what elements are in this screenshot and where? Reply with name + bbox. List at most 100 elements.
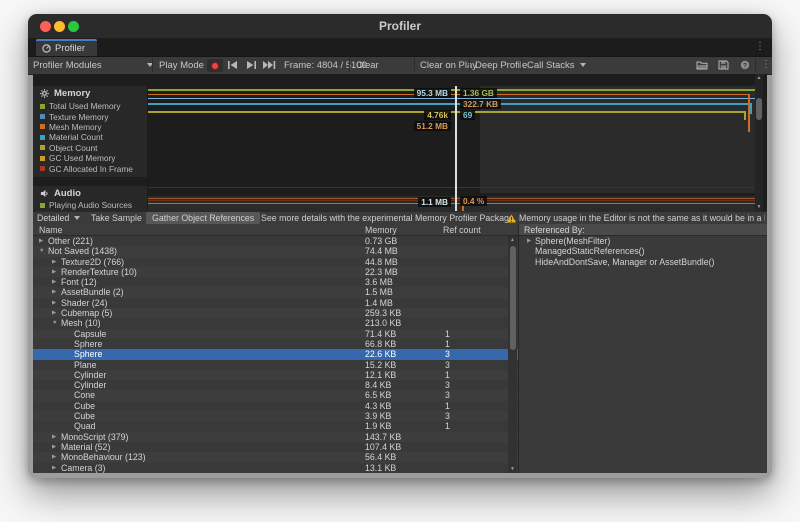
gather-object-references-toggle[interactable]: Gather Object References [146,212,260,224]
chevron-right-icon[interactable]: ▶ [52,463,56,473]
legend-item[interactable]: Object Count [40,143,133,153]
chevron-right-icon[interactable]: ▶ [52,442,56,452]
help-icon[interactable]: ? [740,60,750,73]
charts-region: 95.3 MB1.36 GB322.7 KB4.76k6951.2 MB1.1 … [33,74,767,211]
table-row[interactable]: ▶Camera (3)13.1 KB [33,463,518,473]
table-row[interactable]: ▶RenderTexture (10)22.3 MB [33,267,518,277]
referenced-by-item[interactable]: ▶Sphere(MeshFilter) [519,236,767,246]
audio-legend: Playing Audio Sources [40,200,132,210]
chevron-right-icon[interactable]: ▶ [52,432,56,442]
memory-chart[interactable]: 95.3 MB1.36 GB322.7 KB4.76k6951.2 MB1.1 … [148,74,755,211]
chevron-right-icon[interactable]: ▶ [52,267,56,277]
table-row[interactable]: Quad1.9 KB1 [33,421,518,431]
previous-frame-button[interactable] [227,60,239,73]
cell-ref-count: 3 [445,411,450,421]
legend-item[interactable]: Mesh Memory [40,122,133,132]
take-sample-button[interactable]: Take Sample [91,212,142,224]
table-row[interactable]: ▶AssetBundle (2)1.5 MB [33,287,518,297]
frame-counter: Frame: 4804 / 5100 [284,57,367,73]
table-row[interactable]: ▶Cubemap (5)259.3 KB [33,308,518,318]
cell-name: Capsule [74,329,106,339]
table-row[interactable]: Cone6.5 KB3 [33,390,518,400]
chevron-right-icon[interactable]: ▶ [52,257,56,267]
profiler-window: Profiler Profiler ⋮ Profiler Modules Pla… [28,14,772,478]
chevron-right-icon[interactable]: ▶ [52,452,56,462]
table-row[interactable]: ▼Mesh (10)213.0 KB [33,318,518,328]
current-frame-button[interactable] [262,60,277,73]
legend-item[interactable]: GC Used Memory [40,153,133,163]
chevron-right-icon[interactable]: ▶ [52,308,56,318]
column-name[interactable]: Name [39,225,62,235]
legend-color-swatch [40,145,45,150]
chevron-right-icon[interactable]: ▶ [52,277,56,287]
table-row[interactable]: ▶Font (12)3.6 MB [33,277,518,287]
record-icon [211,62,219,70]
scroll-up-icon[interactable]: ▲ [755,75,763,81]
column-memory[interactable]: Memory [365,225,397,235]
scrollbar-thumb[interactable] [510,246,516,350]
audio-module-header[interactable]: Audio [40,188,81,199]
legend-color-swatch [40,166,45,171]
table-row[interactable]: Cube4.3 KB1 [33,401,518,411]
tab-profiler[interactable]: Profiler [36,39,97,56]
table-row[interactable]: ▶Other (221)0.73 GB [33,236,518,246]
toolbar-separator [152,58,153,72]
table-row[interactable]: Plane15.2 KB3 [33,360,518,370]
scroll-down-icon[interactable]: ▼ [755,204,763,210]
cell-memory: 143.7 KB [365,432,401,442]
table-row[interactable]: Cylinder8.4 KB3 [33,380,518,390]
chevron-down-icon[interactable]: ▼ [39,246,44,256]
profiler-modules-dropdown[interactable]: Profiler Modules [33,57,102,73]
cell-ref-count: 3 [445,360,450,370]
legend-item[interactable]: Material Count [40,132,133,142]
cell-ref-count: 1 [445,339,450,349]
table-row[interactable]: Sphere66.8 KB1 [33,339,518,349]
table-scrollbar[interactable]: ▲ ▼ [508,236,517,473]
cell-name: AssetBundle (2) [61,287,124,297]
save-profile-button[interactable] [718,60,729,73]
chevron-right-icon[interactable]: ▶ [52,287,56,297]
table-row[interactable]: ▶MonoScript (379)143.7 KB [33,432,518,442]
table-row[interactable]: ▶Texture2D (766)44.8 MB [33,257,518,267]
clear-button[interactable]: Clear [356,57,379,73]
chevron-right-icon[interactable]: ▶ [527,236,531,246]
load-profile-button[interactable] [696,60,708,73]
table-row[interactable]: ▶Material (52)107.4 KB [33,442,518,452]
legend-label: Playing Audio Sources [49,200,132,210]
table-row[interactable]: Sphere22.6 KB3 [33,349,518,359]
scroll-up-icon[interactable]: ▲ [508,237,517,243]
referenced-by-item[interactable]: HideAndDontSave, Manager or AssetBundle(… [519,257,767,267]
table-row[interactable]: Capsule71.4 KB1 [33,329,518,339]
cell-ref-count: 1 [445,421,450,431]
tab-menu-kebab-icon[interactable]: ⋮ [755,42,765,52]
column-ref-count[interactable]: Ref count [443,225,481,235]
scrollbar-thumb[interactable] [756,98,762,120]
charts-scrollbar[interactable]: ▲ ▼ [755,74,763,211]
chevron-down-icon[interactable]: ▼ [52,318,57,328]
table-row[interactable]: ▶Shader (24)1.4 MB [33,298,518,308]
gear-icon [40,89,49,98]
next-frame-button[interactable] [245,60,257,73]
cell-name: Cylinder [74,370,106,380]
table-row[interactable]: Cylinder12.1 KB1 [33,370,518,380]
legend-item[interactable]: Playing Audio Sources [40,200,132,210]
toolbar-menu-kebab-icon[interactable]: ⋮ [761,60,771,70]
memory-module-header[interactable]: Memory [40,88,90,99]
record-button[interactable] [207,59,223,72]
legend-item[interactable]: GC Allocated In Frame [40,163,133,173]
legend-item[interactable]: Texture Memory [40,111,133,121]
scroll-down-icon[interactable]: ▼ [508,466,517,472]
chevron-right-icon[interactable]: ▶ [52,298,56,308]
legend-item[interactable]: Total Used Memory [40,101,133,111]
legend-color-swatch [40,114,45,119]
deep-profile-toggle[interactable]: Deep Profile [475,57,527,73]
detailed-dropdown[interactable]: Detailed [37,212,80,224]
chevron-right-icon[interactable]: ▶ [39,236,43,246]
call-stacks-dropdown[interactable]: Call Stacks [527,57,586,73]
table-row[interactable]: Cube3.9 KB3 [33,411,518,421]
chevron-down-icon [580,63,586,67]
referenced-by-item[interactable]: ManagedStaticReferences() [519,246,767,256]
cell-ref-count: 3 [445,380,450,390]
table-row[interactable]: ▶MonoBehaviour (123)56.4 KB [33,452,518,462]
table-row[interactable]: ▼Not Saved (1438)74.4 MB [33,246,518,256]
